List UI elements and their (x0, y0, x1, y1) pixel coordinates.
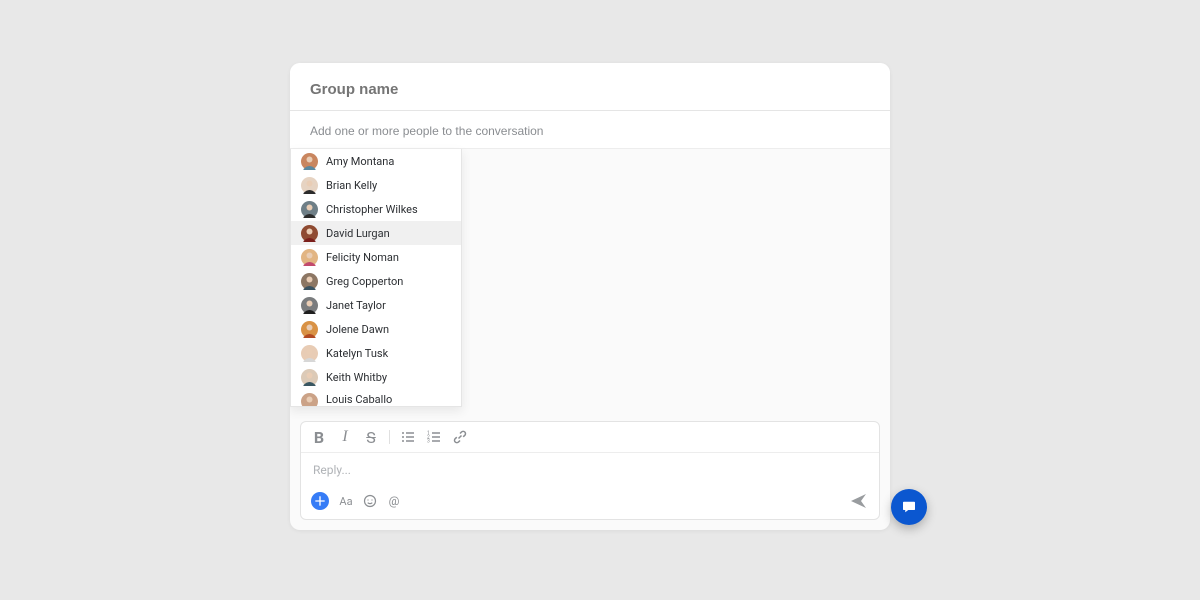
formatting-toolbar: B I S 1 2 3 (301, 422, 879, 453)
reply-input[interactable]: Reply... (301, 453, 879, 485)
person-option[interactable]: Greg Copperton (291, 269, 461, 293)
person-name: David Lurgan (326, 227, 390, 240)
avatar-icon (301, 345, 318, 362)
numbered-list-button[interactable]: 1 2 3 (426, 429, 442, 445)
people-dropdown[interactable]: Amy Montana Brian Kelly Christopher Wilk… (290, 149, 462, 407)
bulleted-list-button[interactable] (400, 429, 416, 445)
group-name-input[interactable] (310, 81, 870, 98)
avatar-icon (301, 153, 318, 170)
person-option[interactable]: Christopher Wilkes (291, 197, 461, 221)
avatar-icon (301, 273, 318, 290)
person-option[interactable]: Louis Caballo (291, 389, 461, 406)
mention-button[interactable]: @ (387, 494, 401, 508)
toolbar-divider (389, 430, 390, 444)
composer-bottom: Aa @ (301, 485, 879, 519)
avatar-icon (301, 201, 318, 218)
person-name: Jolene Dawn (326, 323, 389, 336)
add-attachment-button[interactable] (311, 492, 329, 510)
conversation-panel: Amy Montana Brian Kelly Christopher Wilk… (290, 63, 890, 530)
person-name: Louis Caballo (326, 393, 392, 406)
composer: B I S 1 2 3 (300, 421, 880, 520)
person-option[interactable]: Janet Taylor (291, 293, 461, 317)
avatar-icon (301, 177, 318, 194)
bold-button[interactable]: B (311, 429, 327, 445)
person-name: Christopher Wilkes (326, 203, 418, 216)
avatar-icon (301, 369, 318, 386)
composer-actions-left: Aa @ (311, 492, 401, 510)
strike-button[interactable]: S (363, 429, 379, 445)
person-name: Brian Kelly (326, 179, 377, 192)
text-style-button[interactable]: Aa (339, 494, 353, 508)
person-option[interactable]: Katelyn Tusk (291, 341, 461, 365)
person-option[interactable]: Amy Montana (291, 149, 461, 173)
person-option[interactable]: David Lurgan (291, 221, 461, 245)
person-name: Amy Montana (326, 155, 394, 168)
person-option[interactable]: Felicity Noman (291, 245, 461, 269)
recipients-input[interactable] (310, 124, 870, 138)
italic-button[interactable]: I (337, 429, 353, 445)
avatar-icon (301, 249, 318, 266)
avatar-icon (301, 225, 318, 242)
person-option[interactable]: Jolene Dawn (291, 317, 461, 341)
panel-header (290, 63, 890, 111)
svg-text:3: 3 (427, 439, 430, 445)
person-name: Janet Taylor (326, 299, 386, 312)
person-name: Keith Whitby (326, 371, 387, 384)
person-name: Felicity Noman (326, 251, 399, 264)
person-name: Katelyn Tusk (326, 347, 388, 360)
person-option[interactable]: Keith Whitby (291, 365, 461, 389)
person-option[interactable]: Brian Kelly (291, 173, 461, 197)
avatar-icon (301, 393, 318, 406)
emoji-button[interactable] (363, 494, 377, 508)
person-name: Greg Copperton (326, 275, 403, 288)
panel-body: Amy Montana Brian Kelly Christopher Wilk… (290, 149, 890, 421)
link-button[interactable] (452, 429, 468, 445)
avatar-icon (301, 297, 318, 314)
messenger-fab[interactable] (891, 489, 927, 525)
send-button[interactable] (849, 491, 869, 511)
avatar-icon (301, 321, 318, 338)
recipients-row (290, 111, 890, 149)
